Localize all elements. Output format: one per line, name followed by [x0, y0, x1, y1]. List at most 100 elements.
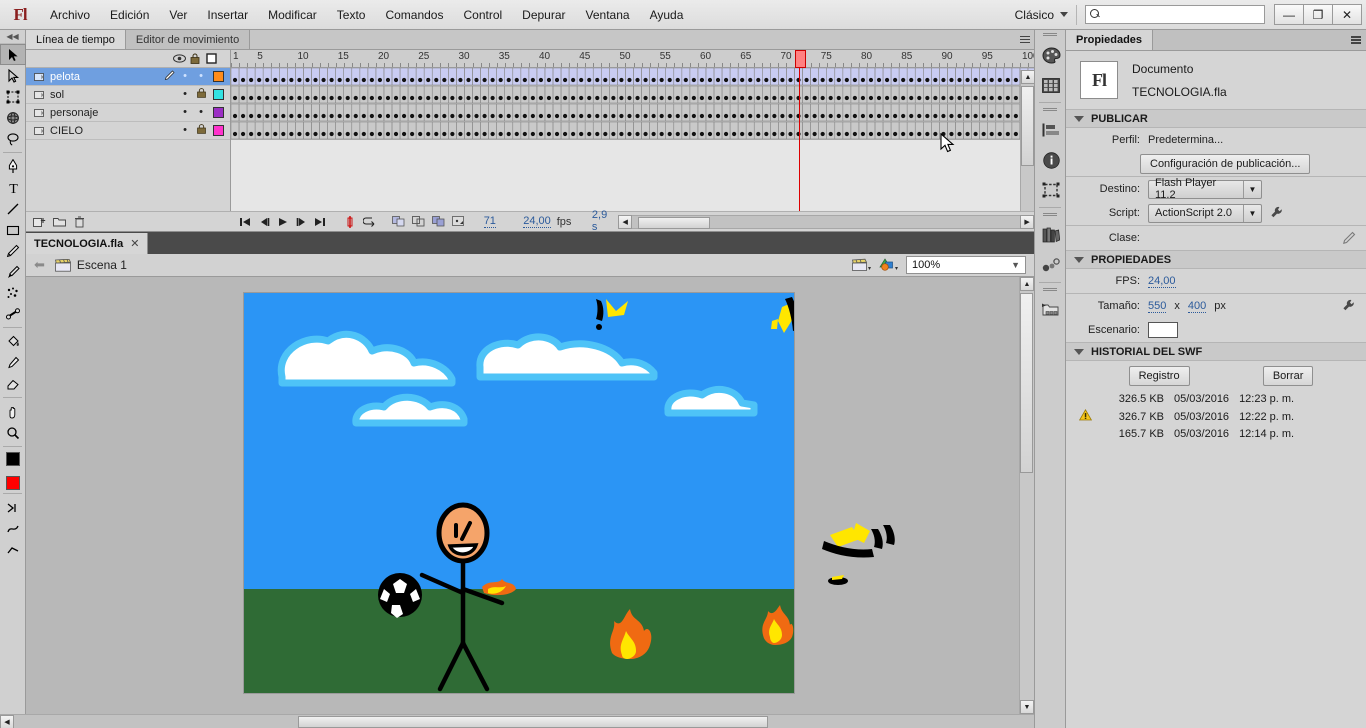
- panel-menu-icon[interactable]: [1020, 35, 1030, 44]
- log-button[interactable]: Registro: [1128, 366, 1190, 386]
- subselection-tool[interactable]: [0, 65, 26, 86]
- deco-tool[interactable]: [0, 282, 26, 303]
- layer-lock-toggle[interactable]: [193, 88, 209, 101]
- layer-outline-color[interactable]: [213, 89, 224, 100]
- play-button[interactable]: [276, 215, 289, 229]
- onion-skin-outline-button[interactable]: [411, 215, 426, 229]
- stroke-color-swatch[interactable]: [5, 452, 20, 466]
- eyedropper-tool[interactable]: [0, 352, 26, 373]
- scroll-thumb[interactable]: [1021, 86, 1034, 166]
- go-to-last-frame-button[interactable]: [314, 215, 327, 229]
- info-icon[interactable]: [1035, 145, 1067, 175]
- hand-tool[interactable]: [0, 401, 26, 422]
- snap-to-objects-icon[interactable]: [0, 497, 26, 518]
- search-input[interactable]: [1101, 8, 1260, 21]
- frames-row-cielo[interactable]: [231, 122, 1034, 140]
- new-folder-icon[interactable]: [53, 216, 67, 227]
- transform-icon[interactable]: [1035, 175, 1067, 205]
- text-tool[interactable]: T: [0, 177, 26, 198]
- outline-icon[interactable]: [203, 53, 219, 64]
- motion-presets-icon[interactable]: [1035, 295, 1067, 325]
- menu-item-comandos[interactable]: Comandos: [375, 3, 453, 27]
- menu-item-insertar[interactable]: Insertar: [197, 3, 258, 27]
- lock-icon[interactable]: [187, 53, 203, 64]
- scroll-thumb[interactable]: [298, 715, 768, 728]
- delete-layer-icon[interactable]: [74, 216, 85, 228]
- dock-grip[interactable]: [1035, 105, 1065, 115]
- free-transform-tool[interactable]: [0, 86, 26, 107]
- scroll-up-arrow[interactable]: ▲: [1021, 70, 1035, 84]
- fps-indicator[interactable]: 24,00: [523, 215, 551, 228]
- line-tool[interactable]: [0, 198, 26, 219]
- current-frame-indicator[interactable]: 71: [483, 215, 496, 228]
- timeline-vertical-scrollbar[interactable]: ▲: [1020, 70, 1035, 211]
- scroll-right-arrow[interactable]: ▶: [1020, 214, 1035, 229]
- zoom-tool[interactable]: [0, 422, 26, 443]
- zoom-level-select[interactable]: 100% ▼: [906, 256, 1026, 274]
- layer-outline-color[interactable]: [213, 125, 224, 136]
- frames-grid[interactable]: [231, 68, 1034, 211]
- layer-outline-color[interactable]: [213, 107, 224, 118]
- smooth-icon[interactable]: [0, 518, 26, 539]
- layer-row-cielo[interactable]: CIELO •: [26, 122, 230, 140]
- layer-visibility-toggle[interactable]: •: [177, 89, 193, 100]
- tab-motion-editor[interactable]: Editor de movimiento: [125, 30, 251, 49]
- stage-area[interactable]: ▲ ▼: [26, 277, 1034, 714]
- scroll-thumb[interactable]: [1020, 293, 1033, 473]
- scroll-thumb[interactable]: [638, 216, 711, 229]
- search-box[interactable]: [1085, 5, 1265, 24]
- target-select[interactable]: Flash Player 11.2 ▼: [1148, 177, 1262, 201]
- menu-item-control[interactable]: Control: [453, 3, 512, 27]
- edit-symbols-icon[interactable]: [879, 258, 898, 272]
- step-back-button[interactable]: [258, 215, 271, 229]
- layer-outline-color[interactable]: [213, 71, 224, 82]
- dock-grip[interactable]: [1035, 285, 1065, 295]
- stage-width-value[interactable]: 550: [1148, 300, 1167, 313]
- panel-menu-icon[interactable]: [1351, 36, 1361, 44]
- swatches-icon[interactable]: [1035, 70, 1067, 100]
- frames-row-sol[interactable]: [231, 86, 1034, 104]
- layer-visibility-toggle[interactable]: •: [177, 71, 193, 82]
- script-select[interactable]: ActionScript 2.0 ▼: [1148, 203, 1262, 223]
- menu-item-ver[interactable]: Ver: [159, 3, 197, 27]
- straighten-icon[interactable]: [0, 539, 26, 560]
- go-to-first-frame-button[interactable]: [239, 215, 252, 229]
- eye-icon[interactable]: [171, 54, 187, 63]
- frames-row-pelota[interactable]: [231, 68, 1034, 86]
- brush-tool[interactable]: [0, 261, 26, 282]
- fps-value[interactable]: 24,00: [1148, 275, 1176, 288]
- menu-item-edicin[interactable]: Edición: [100, 3, 159, 27]
- lasso-tool[interactable]: [0, 128, 26, 149]
- layer-visibility-toggle[interactable]: •: [177, 107, 193, 118]
- layer-row-pelota[interactable]: pelota • •: [26, 68, 230, 86]
- paint-bucket-tool[interactable]: [0, 331, 26, 352]
- menu-item-archivo[interactable]: Archivo: [40, 3, 100, 27]
- dock-grip[interactable]: [1035, 210, 1065, 220]
- section-header-propiedades[interactable]: PROPIEDADES: [1066, 250, 1366, 269]
- tab-propiedades[interactable]: Propiedades: [1066, 30, 1154, 50]
- loop-button[interactable]: [362, 215, 377, 229]
- stage-color-swatch[interactable]: [1148, 322, 1178, 338]
- layer-lock-toggle[interactable]: •: [193, 107, 209, 118]
- scroll-down-arrow[interactable]: ▼: [1020, 700, 1034, 714]
- menu-item-depurar[interactable]: Depurar: [512, 3, 575, 27]
- layer-row-personaje[interactable]: personaje • •: [26, 104, 230, 122]
- modify-onion-markers-button[interactable]: [451, 215, 465, 229]
- selection-tool[interactable]: [0, 44, 26, 65]
- scroll-up-arrow[interactable]: ▲: [1020, 277, 1034, 291]
- library-icon[interactable]: [1035, 220, 1067, 250]
- close-button[interactable]: ✕: [1332, 4, 1362, 25]
- step-forward-button[interactable]: [295, 215, 308, 229]
- align-icon[interactable]: [1035, 115, 1067, 145]
- clear-button[interactable]: Borrar: [1262, 366, 1314, 386]
- publish-settings-button[interactable]: Configuración de publicación...: [1140, 154, 1311, 174]
- rectangle-tool[interactable]: [0, 219, 26, 240]
- menu-item-texto[interactable]: Texto: [327, 3, 376, 27]
- close-icon[interactable]: ✕: [130, 237, 139, 250]
- eraser-tool[interactable]: [0, 373, 26, 394]
- section-header-historial-swf[interactable]: HISTORIAL DEL SWF: [1066, 342, 1366, 361]
- onion-skin-button[interactable]: [391, 215, 406, 229]
- wrench-icon[interactable]: [1270, 206, 1284, 220]
- edit-multiple-frames-button[interactable]: [431, 215, 446, 229]
- restore-button[interactable]: ❐: [1303, 4, 1333, 25]
